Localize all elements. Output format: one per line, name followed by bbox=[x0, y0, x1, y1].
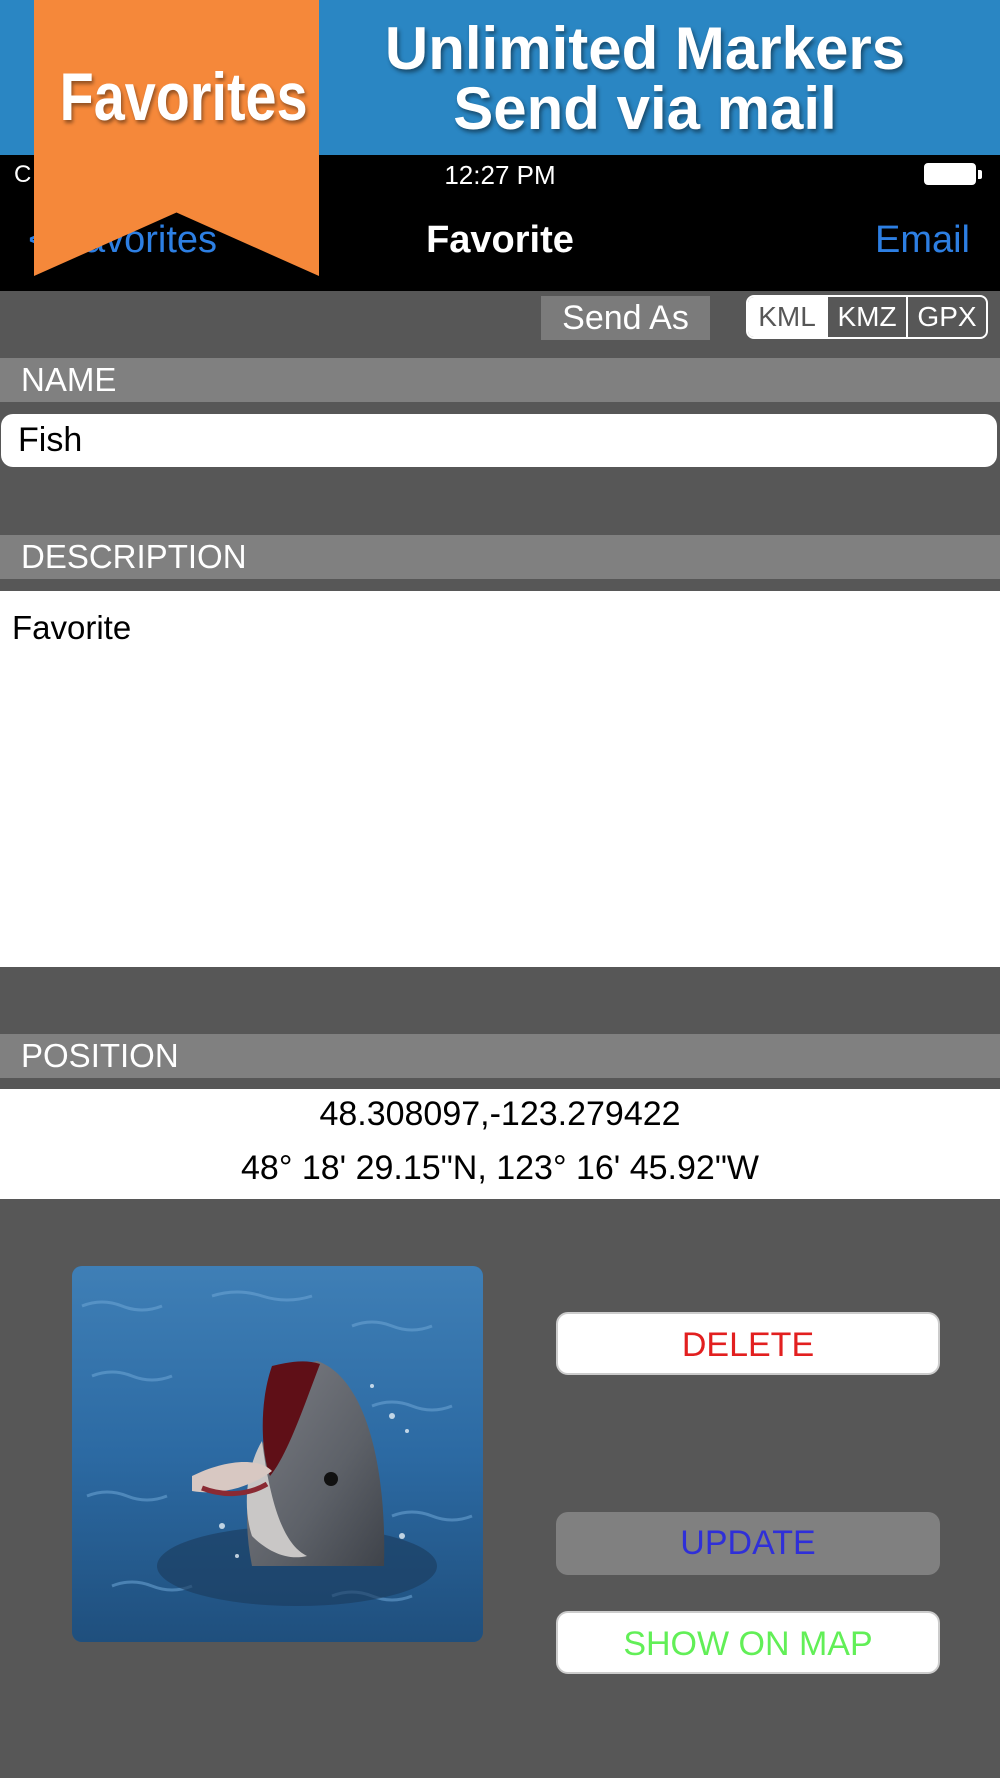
name-input[interactable]: Fish bbox=[1, 414, 997, 467]
name-header-label: NAME bbox=[21, 361, 117, 398]
send-as-label: Send As bbox=[541, 296, 710, 340]
name-section-header: NAME bbox=[0, 358, 1000, 402]
ribbon-label: Favorites bbox=[59, 59, 308, 135]
dolphin-photo[interactable] bbox=[72, 1266, 483, 1642]
battery-icon bbox=[924, 163, 976, 185]
position-section-header: POSITION bbox=[0, 1034, 1000, 1078]
update-button[interactable]: UPDATE bbox=[556, 1512, 940, 1575]
description-section-header: DESCRIPTION bbox=[0, 535, 1000, 579]
show-on-map-button[interactable]: SHOW ON MAP bbox=[556, 1611, 940, 1674]
battery-tip bbox=[978, 170, 982, 179]
delete-button[interactable]: DELETE bbox=[556, 1312, 940, 1375]
position-decimal: 48.308097,-123.279422 bbox=[319, 1095, 681, 1133]
promo-headline-2: Send via mail bbox=[453, 75, 837, 142]
description-header-label: DESCRIPTION bbox=[21, 538, 247, 575]
position-header-label: POSITION bbox=[21, 1037, 179, 1074]
format-gpx-segment[interactable]: GPX bbox=[906, 297, 986, 337]
description-textarea[interactable]: Favorite bbox=[0, 591, 1000, 967]
position-display: 48.308097,-123.279422 48° 18' 29.15"N, 1… bbox=[0, 1089, 1000, 1199]
position-dms: 48° 18' 29.15"N, 123° 16' 45.92"W bbox=[241, 1149, 759, 1187]
format-kml-segment[interactable]: KML bbox=[748, 297, 826, 337]
format-kmz-segment[interactable]: KMZ bbox=[826, 297, 906, 337]
dolphin-photo-illustration bbox=[72, 1266, 483, 1642]
email-button[interactable]: Email bbox=[875, 219, 970, 262]
page-title: Favorite bbox=[426, 219, 574, 261]
promo-headline-1: Unlimited Markers bbox=[384, 15, 906, 82]
format-segmented-control[interactable]: KML KMZ GPX bbox=[746, 295, 988, 339]
